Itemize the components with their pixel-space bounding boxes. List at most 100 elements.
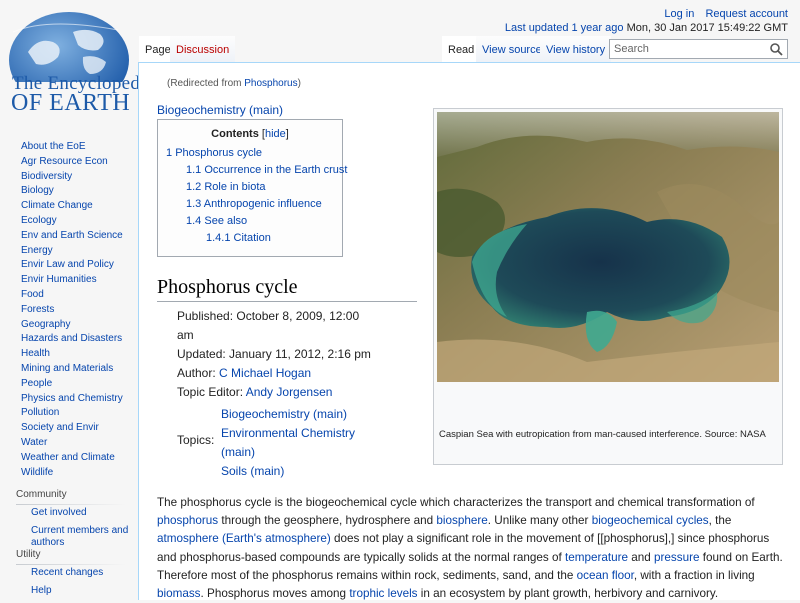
link-pressure[interactable]: pressure bbox=[654, 551, 699, 564]
toc-entry[interactable]: 1.2 Role in biota bbox=[186, 181, 266, 193]
article-body-paragraph: The phosphorus cycle is the biogeochemic… bbox=[157, 494, 783, 603]
toc-entry-label: Occurrence in the Earth crust bbox=[204, 164, 348, 176]
figure-caption: Caspian Sea with eutropication from man-… bbox=[439, 429, 766, 440]
utility-section-title: Utility bbox=[16, 548, 41, 560]
sidebar-nav-item[interactable]: Wildlife bbox=[0, 466, 138, 481]
sidebar-nav-item[interactable]: Climate Change bbox=[0, 199, 138, 214]
sidebar-community-item[interactable]: Current members and authors bbox=[0, 525, 138, 548]
sidebar-nav-item[interactable]: Biology bbox=[0, 184, 138, 199]
sidebar-nav-item[interactable]: Society and Envir bbox=[0, 421, 138, 436]
body-text: . Phosphorus moves among bbox=[200, 587, 350, 601]
published-date: Published: October 8, 2009, 12:00 am bbox=[177, 309, 360, 342]
toc-entry[interactable]: 1.3 Anthropogenic influence bbox=[186, 198, 322, 210]
search-icon[interactable] bbox=[769, 42, 783, 56]
section-divider bbox=[16, 504, 126, 506]
author-line: Author: C Michael Hogan bbox=[177, 364, 377, 383]
body-text: , the bbox=[708, 514, 732, 528]
sidebar-nav-item[interactable]: Energy bbox=[0, 244, 138, 259]
sidebar-nav-item[interactable]: Forests bbox=[0, 303, 138, 318]
tab-view-source[interactable]: View source bbox=[476, 36, 548, 62]
link-biogeochemical-cycles[interactable]: biogeochemical cycles bbox=[592, 514, 709, 527]
toc-entry-number: 1.1 bbox=[186, 164, 202, 176]
toc-hide-link[interactable]: hide bbox=[265, 128, 286, 140]
toc-entry[interactable]: 1.1 Occurrence in the Earth crust bbox=[186, 164, 347, 176]
last-updated-timestamp: Mon, 30 Jan 2017 15:49:22 GMT bbox=[626, 22, 788, 34]
topic-link[interactable]: Biogeochemistry (main) bbox=[221, 405, 381, 424]
table-of-contents: Contents [hide] 1 Phosphorus cycle 1.1 Oc… bbox=[157, 119, 347, 257]
toc-entry-label: Citation bbox=[233, 232, 271, 244]
toc-hide-toggle[interactable]: [hide] bbox=[262, 128, 289, 140]
sidebar-nav-item[interactable]: Agr Resource Econ bbox=[0, 155, 138, 170]
request-account-link[interactable]: Request account bbox=[705, 8, 788, 20]
topics-label: Topics: bbox=[177, 433, 215, 447]
topics-list: Biogeochemistry (main) Environmental Chem… bbox=[221, 405, 381, 481]
toc-entry-label: See also bbox=[204, 215, 248, 227]
link-biomass[interactable]: biomass bbox=[157, 587, 201, 600]
link-biosphere[interactable]: biosphere bbox=[436, 514, 487, 527]
sidebar-nav: About the EoE Agr Resource Econ Biodiversi… bbox=[0, 140, 138, 480]
redirect-notice: (Redirected from Phosphorus) bbox=[167, 78, 301, 89]
community-section-title: Community bbox=[16, 489, 67, 501]
body-text: and bbox=[628, 550, 655, 564]
search-input[interactable] bbox=[610, 40, 765, 58]
sidebar-nav-item[interactable]: Pollution bbox=[0, 406, 138, 421]
sidebar-nav-item[interactable]: Ecology bbox=[0, 214, 138, 229]
logo-text-line2: OF EARTH bbox=[11, 90, 131, 116]
sidebar-utility-item[interactable]: Recent changes bbox=[0, 567, 138, 582]
link-temperature[interactable]: temperature bbox=[565, 551, 628, 564]
updated-date: Updated: January 11, 2012, 2:16 pm bbox=[177, 347, 371, 361]
sidebar-community-item[interactable]: Get involved bbox=[0, 507, 138, 522]
utility-links: Recent changes Help bbox=[0, 567, 138, 600]
sidebar-nav-item[interactable]: Mining and Materials bbox=[0, 362, 138, 377]
toc-heading: Contents bbox=[211, 128, 259, 140]
section-heading: Phosphorus cycle bbox=[157, 276, 417, 302]
topic-editor-link[interactable]: Andy Jorgensen bbox=[246, 385, 333, 399]
toc-entry-label: Anthropogenic influence bbox=[203, 198, 322, 210]
login-link[interactable]: Log in bbox=[664, 8, 694, 20]
topic-editor-line: Topic Editor: Andy Jorgensen bbox=[177, 383, 377, 402]
search-box bbox=[609, 39, 788, 59]
link-trophic-levels[interactable]: trophic levels bbox=[349, 587, 417, 600]
sidebar-nav-item[interactable]: Water bbox=[0, 436, 138, 451]
toc-entry-number: 1.4 bbox=[186, 215, 202, 227]
toc-entry-label: Role in biota bbox=[204, 181, 266, 193]
sidebar-nav-item[interactable]: People bbox=[0, 377, 138, 392]
sidebar-nav-item[interactable]: Envir Humanities bbox=[0, 273, 138, 288]
tab-discussion[interactable]: Discussion bbox=[170, 36, 236, 62]
toc-bracket: ] bbox=[285, 128, 289, 140]
topic-link[interactable]: Environmental Chemistry (main) bbox=[221, 424, 381, 462]
sidebar-nav-item[interactable]: Env and Earth Science bbox=[0, 229, 138, 244]
parent-page-link[interactable]: Biogeochemistry (main) bbox=[157, 103, 283, 117]
author-link[interactable]: C Michael Hogan bbox=[219, 366, 311, 380]
sidebar-nav-item[interactable]: Biodiversity bbox=[0, 170, 138, 185]
redirect-source-link[interactable]: Phosphorus bbox=[244, 78, 297, 89]
site-logo[interactable]: The Encyclopedia OF EARTH bbox=[0, 0, 154, 120]
toc-entry[interactable]: 1 Phosphorus cycle bbox=[166, 147, 262, 159]
globe-logo-icon bbox=[9, 12, 129, 82]
sidebar-nav-item[interactable]: Food bbox=[0, 288, 138, 303]
topic-link[interactable]: Soils (main) bbox=[221, 462, 381, 481]
sidebar-nav-item[interactable]: Weather and Climate bbox=[0, 451, 138, 466]
sidebar-nav-item[interactable]: Hazards and Disasters bbox=[0, 332, 138, 347]
toc-entry[interactable]: 1.4 See also bbox=[186, 215, 247, 227]
toc-title: Contents [hide] bbox=[158, 128, 342, 140]
sidebar-nav-item[interactable]: About the EoE bbox=[0, 140, 138, 155]
sidebar-nav-item[interactable]: Geography bbox=[0, 318, 138, 333]
link-atmosphere[interactable]: atmosphere (Earth's atmosphere) bbox=[157, 532, 331, 545]
link-phosphorus[interactable]: phosphorus bbox=[157, 514, 218, 527]
topic-editor-label: Topic Editor: bbox=[177, 385, 246, 399]
last-updated-link[interactable]: Last updated 1 year ago bbox=[505, 22, 624, 34]
redirect-prefix: (Redirected from bbox=[167, 78, 245, 89]
sidebar-nav-item[interactable]: Envir Law and Policy bbox=[0, 258, 138, 273]
caspian-sea-satellite-image[interactable] bbox=[437, 112, 779, 382]
tab-read[interactable]: Read bbox=[442, 36, 481, 62]
community-links: Get involved Current members and authors bbox=[0, 507, 138, 548]
link-ocean-floor[interactable]: ocean floor bbox=[577, 569, 634, 582]
sidebar-nav-item[interactable]: Health bbox=[0, 347, 138, 362]
sidebar-nav-item[interactable]: Physics and Chemistry bbox=[0, 392, 138, 407]
author-label: Author: bbox=[177, 366, 220, 380]
toc-entry[interactable]: 1.4.1 Citation bbox=[206, 232, 271, 244]
article-metadata: Published: October 8, 2009, 12:00 am Upd… bbox=[177, 307, 377, 402]
tab-view-history[interactable]: View history bbox=[540, 36, 612, 62]
sidebar-utility-item[interactable]: Help bbox=[0, 585, 138, 600]
